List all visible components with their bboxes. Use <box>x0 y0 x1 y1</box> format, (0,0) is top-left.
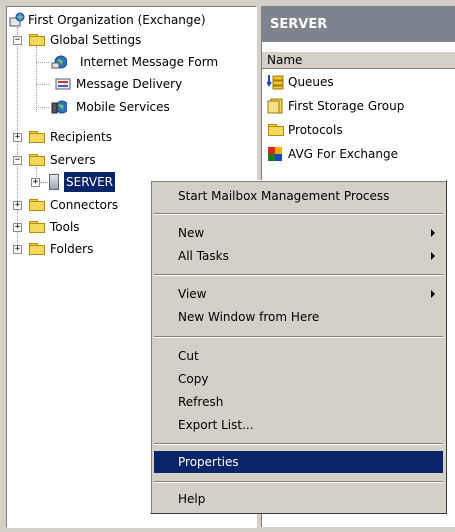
tree-item-label: Message Delivery <box>76 77 183 91</box>
message-delivery-icon <box>55 78 71 90</box>
organization-icon <box>9 12 25 27</box>
tree-item-servers[interactable]: − Servers <box>13 150 253 170</box>
mobile-services-icon <box>51 100 67 114</box>
list-item-label: Protocols <box>288 123 343 137</box>
list-item-label: Queues <box>288 75 334 89</box>
menu-item-cut[interactable]: Cut <box>154 345 443 367</box>
menu-separator <box>154 443 443 445</box>
storage-group-icon <box>267 98 283 114</box>
submenu-arrow-icon <box>431 290 435 298</box>
menu-separator <box>154 336 443 338</box>
expand-icon[interactable]: + <box>13 223 22 232</box>
tree-item-label: Tools <box>50 220 80 234</box>
tree-item-label: Folders <box>50 242 94 256</box>
tree-item-label: Global Settings <box>50 33 142 47</box>
menu-item-properties[interactable]: Properties <box>154 451 443 473</box>
tree-item-label: Recipients <box>50 130 113 144</box>
folder-icon <box>29 199 45 211</box>
context-menu[interactable]: Start Mailbox Management Process New All… <box>150 180 447 514</box>
tree-item-label: Mobile Services <box>76 100 170 114</box>
tree-item-label: First Organization (Exchange) <box>28 13 206 27</box>
tree-item-recipients[interactable]: + Recipients <box>13 127 253 147</box>
menu-item-copy[interactable]: Copy <box>154 368 443 390</box>
tree-item-mobile-services[interactable]: Mobile Services <box>31 97 256 117</box>
expand-icon[interactable]: + <box>13 201 22 210</box>
folder-icon <box>29 243 45 255</box>
tree-connector <box>36 84 49 85</box>
tree-connector <box>36 107 49 108</box>
column-header-name[interactable]: Name <box>262 51 455 69</box>
menu-item-refresh[interactable]: Refresh <box>154 391 443 413</box>
list-item-label: First Storage Group <box>288 99 405 113</box>
menu-item-export-list[interactable]: Export List... <box>154 414 443 436</box>
expand-icon[interactable]: + <box>31 178 40 187</box>
folder-icon <box>268 124 284 136</box>
tree-item-label: SERVER <box>62 171 117 193</box>
menu-item-label: All Tasks <box>178 249 229 263</box>
menu-separator <box>154 213 443 215</box>
submenu-arrow-icon <box>431 252 435 260</box>
tree-item-internet-message-formats[interactable]: Internet Message Form <box>31 52 256 72</box>
menu-item-view[interactable]: View <box>154 283 443 305</box>
pane-title: SERVER <box>262 7 455 42</box>
folder-icon <box>29 131 45 143</box>
tree-item-global-settings[interactable]: − Global Settings <box>13 30 253 50</box>
menu-separator <box>154 481 443 483</box>
list-item-label: AVG For Exchange <box>288 147 398 161</box>
tree-connector <box>36 62 49 63</box>
menu-separator <box>154 274 443 276</box>
list-item[interactable]: First Storage Group <box>267 95 452 117</box>
tree-connector <box>40 182 48 183</box>
queues-icon <box>267 75 284 90</box>
list-item[interactable]: Protocols <box>267 119 452 141</box>
tree-item-root[interactable]: First Organization (Exchange) <box>9 10 254 30</box>
tree-item-message-delivery[interactable]: Message Delivery <box>31 74 256 94</box>
collapse-icon[interactable]: − <box>13 156 22 165</box>
tree-item-server[interactable]: + SERVER <box>31 171 161 193</box>
list-item[interactable]: Queues <box>267 71 452 93</box>
expand-icon[interactable]: + <box>13 245 22 254</box>
menu-item-new-window[interactable]: New Window from Here <box>154 306 443 328</box>
collapse-icon[interactable]: − <box>13 36 22 45</box>
folder-icon <box>29 221 45 233</box>
tree-item-label: Connectors <box>50 198 119 212</box>
menu-item-new[interactable]: New <box>154 222 443 244</box>
tree-item-label: Servers <box>50 153 96 167</box>
list-item[interactable]: AVG For Exchange <box>267 143 452 165</box>
menu-item-all-tasks[interactable]: All Tasks <box>154 245 443 267</box>
server-icon <box>49 174 59 190</box>
menu-item-help[interactable]: Help <box>154 488 443 510</box>
menu-item-start-mailbox-management[interactable]: Start Mailbox Management Process <box>154 185 443 207</box>
globe-icon <box>51 55 67 69</box>
expand-icon[interactable]: + <box>13 133 22 142</box>
menu-item-label: View <box>178 287 207 301</box>
folder-open-icon <box>29 34 45 46</box>
menu-item-label: New <box>178 226 205 240</box>
tree-item-label: Internet Message Form <box>80 55 219 69</box>
folder-open-icon <box>29 154 45 166</box>
submenu-arrow-icon <box>431 229 435 237</box>
avg-icon <box>268 147 282 161</box>
